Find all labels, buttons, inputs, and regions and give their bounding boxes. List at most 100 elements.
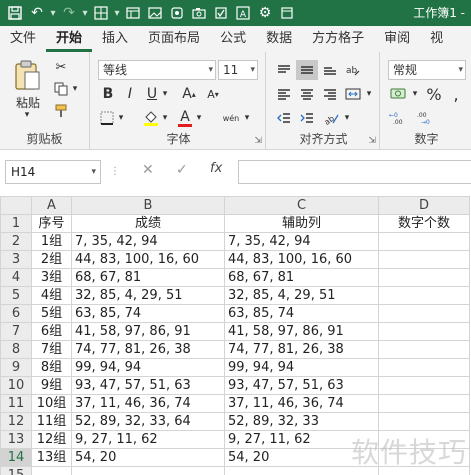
bold-button[interactable]: B	[100, 84, 116, 104]
tab-file[interactable]: 文件	[0, 28, 46, 52]
cell-a[interactable]: 10组	[31, 394, 72, 413]
cell-a[interactable]: 5组	[31, 304, 72, 323]
number-format-select[interactable]: 常规 ▾	[388, 60, 466, 80]
font-color-icon[interactable]: A	[176, 108, 194, 128]
cell-d[interactable]	[378, 250, 470, 269]
checkbox-icon[interactable]	[210, 2, 232, 24]
cell-b[interactable]: 7, 35, 42, 94	[71, 232, 225, 251]
font-launcher-icon[interactable]: ⇲	[254, 136, 262, 146]
align-right-icon[interactable]	[320, 84, 340, 104]
cell-c[interactable]: 41, 58, 97, 86, 91	[224, 322, 379, 341]
cell-d[interactable]	[378, 232, 470, 251]
camera-icon[interactable]	[188, 2, 210, 24]
row-header[interactable]: 14	[0, 448, 32, 467]
borders-icon[interactable]	[98, 108, 116, 128]
underline-dropdown-icon[interactable]: ▾	[160, 84, 170, 104]
cell-b[interactable]: 37, 11, 46, 36, 74	[71, 394, 225, 413]
cell-a[interactable]: 4组	[31, 286, 72, 305]
border-dropdown-icon[interactable]: ▾	[112, 8, 122, 19]
borders-dropdown-icon[interactable]: ▾	[116, 108, 126, 128]
italic-button[interactable]: I	[122, 84, 138, 104]
row-header[interactable]: 6	[0, 304, 32, 323]
cut-icon[interactable]: ✂	[52, 58, 70, 76]
table-icon[interactable]	[122, 2, 144, 24]
cell-d[interactable]	[378, 412, 470, 431]
merge-center-icon[interactable]	[342, 84, 364, 104]
image-icon[interactable]	[144, 2, 166, 24]
cell-a[interactable]: 9组	[31, 376, 72, 395]
cell-a[interactable]: 1组	[31, 232, 72, 251]
tab-formulas[interactable]: 公式	[210, 28, 256, 52]
tab-fangfang[interactable]: 方方格子	[302, 28, 374, 52]
cell-a[interactable]: 13组	[31, 448, 72, 467]
undo-dropdown-icon[interactable]: ▾	[48, 8, 58, 19]
cell-b[interactable]: 63, 85, 74	[71, 304, 225, 323]
row-header[interactable]: 2	[0, 232, 32, 251]
cell-c[interactable]: 99, 94, 94	[224, 358, 379, 377]
font-size-select[interactable]: 11 ▾	[218, 60, 258, 80]
cell-c[interactable]: 44, 83, 100, 16, 60	[224, 250, 379, 269]
cell-a[interactable]: 2组	[31, 250, 72, 269]
redo-dropdown-icon[interactable]: ▾	[80, 8, 90, 19]
tab-home[interactable]: 开始	[46, 28, 93, 52]
align-top-icon[interactable]	[274, 60, 294, 80]
decrease-font-button[interactable]: A ▾	[204, 84, 222, 104]
cell-b[interactable]: 54, 20	[71, 448, 225, 467]
cell-c[interactable]: 辅助列	[224, 214, 379, 233]
cell-b[interactable]: 32, 85, 4, 29, 51	[71, 286, 225, 305]
row-header[interactable]: 3	[0, 250, 32, 269]
app-icon[interactable]	[166, 2, 188, 24]
cell-a[interactable]	[31, 466, 72, 475]
cell-d[interactable]	[378, 340, 470, 359]
window-icon[interactable]	[276, 2, 298, 24]
formula-input[interactable]	[238, 160, 471, 184]
undo-icon[interactable]: ↶	[26, 2, 48, 24]
cell-b[interactable]: 52, 89, 32, 33, 64	[71, 412, 225, 431]
phonetic-dropdown-icon[interactable]: ▾	[242, 108, 252, 128]
border-icon[interactable]	[90, 2, 112, 24]
comma-style-icon[interactable]: ,	[446, 84, 466, 104]
select-all-corner[interactable]	[0, 196, 32, 215]
currency-icon[interactable]	[388, 84, 410, 104]
column-header-a[interactable]: A	[31, 196, 72, 215]
row-header[interactable]: 12	[0, 412, 32, 431]
row-header[interactable]: 9	[0, 358, 32, 377]
copy-dropdown-icon[interactable]: ▾	[70, 80, 80, 98]
cell-b[interactable]: 9, 27, 11, 62	[71, 430, 225, 449]
cell-d[interactable]	[378, 376, 470, 395]
cell-c[interactable]: 93, 47, 57, 51, 63	[224, 376, 379, 395]
align-bottom-icon[interactable]	[320, 60, 340, 80]
save-icon[interactable]	[4, 2, 26, 24]
cell-c[interactable]: 63, 85, 74	[224, 304, 379, 323]
cell-d[interactable]	[378, 286, 470, 305]
column-header-c[interactable]: C	[224, 196, 379, 215]
cell-b[interactable]: 93, 47, 57, 51, 63	[71, 376, 225, 395]
row-header[interactable]: 1	[0, 214, 32, 233]
cell-c[interactable]: 37, 11, 46, 36, 74	[224, 394, 379, 413]
increase-indent-icon[interactable]	[296, 108, 318, 128]
cell-d[interactable]	[378, 304, 470, 323]
cell-a[interactable]: 8组	[31, 358, 72, 377]
cell-c[interactable]: 32, 85, 4, 29, 51	[224, 286, 379, 305]
fill-color-icon[interactable]	[142, 108, 160, 128]
font-color-dropdown-icon[interactable]: ▾	[194, 108, 204, 128]
cell-a[interactable]: 12组	[31, 430, 72, 449]
cell-c[interactable]: 68, 67, 81	[224, 268, 379, 287]
tab-view[interactable]: 视	[420, 28, 453, 52]
orientation-dropdown-icon[interactable]: ▾	[342, 108, 352, 128]
cell-c[interactable]: 74, 77, 81, 26, 38	[224, 340, 379, 359]
wrap-text-icon[interactable]: ab	[342, 60, 364, 80]
cell-b[interactable]: 41, 58, 97, 86, 91	[71, 322, 225, 341]
merge-dropdown-icon[interactable]: ▾	[364, 84, 374, 104]
cell-c[interactable]: 7, 35, 42, 94	[224, 232, 379, 251]
decrease-indent-icon[interactable]	[274, 108, 294, 128]
row-header[interactable]: 5	[0, 286, 32, 305]
fill-color-dropdown-icon[interactable]: ▾	[160, 108, 170, 128]
cell-b[interactable]: 74, 77, 81, 26, 38	[71, 340, 225, 359]
row-header[interactable]: 13	[0, 430, 32, 449]
tab-page-layout[interactable]: 页面布局	[138, 28, 210, 52]
copy-icon[interactable]	[52, 80, 70, 98]
enter-icon[interactable]: ✓	[176, 162, 188, 178]
cell-c[interactable]: 52, 89, 32, 33	[224, 412, 379, 431]
cell-d[interactable]	[378, 268, 470, 287]
